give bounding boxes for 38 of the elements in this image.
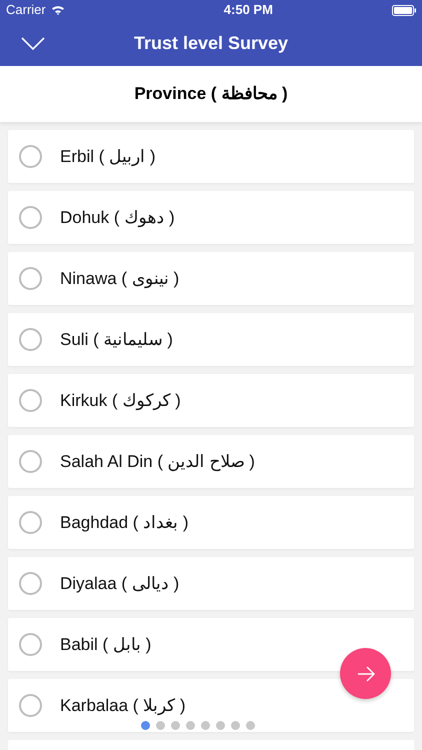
option-card[interactable]: Salah Al Din ( صلاح الدين ): [8, 435, 414, 488]
option-label: Karbalaa ( كربلا ): [60, 694, 186, 718]
option-label: Salah Al Din ( صلاح الدين ): [60, 450, 255, 474]
option-label: Kirkuk ( كركوك ): [60, 390, 181, 412]
chevron-down-icon: [21, 36, 45, 50]
option-label: Babil ( بابل ): [60, 634, 152, 656]
radio-button[interactable]: [19, 389, 42, 412]
radio-button[interactable]: [19, 450, 42, 473]
arrow-right-icon: [356, 666, 374, 682]
option-card[interactable]: Karbalaa ( كربلا ): [8, 679, 414, 732]
option-card[interactable]: Kirkuk ( كركوك ): [8, 374, 414, 427]
radio-button[interactable]: [19, 328, 42, 351]
option-card[interactable]: Ninawa ( نينوى ): [8, 252, 414, 305]
radio-button[interactable]: [19, 206, 42, 229]
header-title: Trust level Survey: [134, 32, 288, 55]
radio-button[interactable]: [19, 572, 42, 595]
option-label: Dohuk ( دهوك ): [60, 206, 175, 230]
option-label: Ninawa ( نينوى ): [60, 268, 180, 290]
carrier-name: Carrier: [6, 1, 46, 20]
option-card[interactable]: Diyalaa ( ديالى ): [8, 557, 414, 610]
radio-button[interactable]: [19, 511, 42, 534]
option-card[interactable]: Erbil ( اربيل ): [8, 130, 414, 183]
option-label: Baghdad ( بغداد ): [60, 512, 189, 534]
question-title: Province ( محافظة ): [134, 83, 288, 106]
option-card[interactable]: Babil ( بابل ): [8, 618, 414, 671]
radio-button[interactable]: [19, 267, 42, 290]
wifi-icon: [50, 5, 65, 15]
radio-button[interactable]: [19, 694, 42, 717]
radio-button[interactable]: [19, 145, 42, 168]
battery-icon: [392, 4, 416, 16]
status-time: 4:50 PM: [224, 1, 273, 20]
option-card[interactable]: Suli ( سليمانية ): [8, 313, 414, 366]
option-label: Diyalaa ( ديالى ): [60, 572, 180, 595]
option-label: Suli ( سليمانية ): [60, 328, 173, 351]
option-card[interactable]: Baghdad ( بغداد ): [8, 496, 414, 549]
option-label: Erbil ( اربيل ): [60, 146, 156, 168]
option-card[interactable]: Dohuk ( دهوك ): [8, 191, 414, 244]
radio-button[interactable]: [19, 633, 42, 656]
